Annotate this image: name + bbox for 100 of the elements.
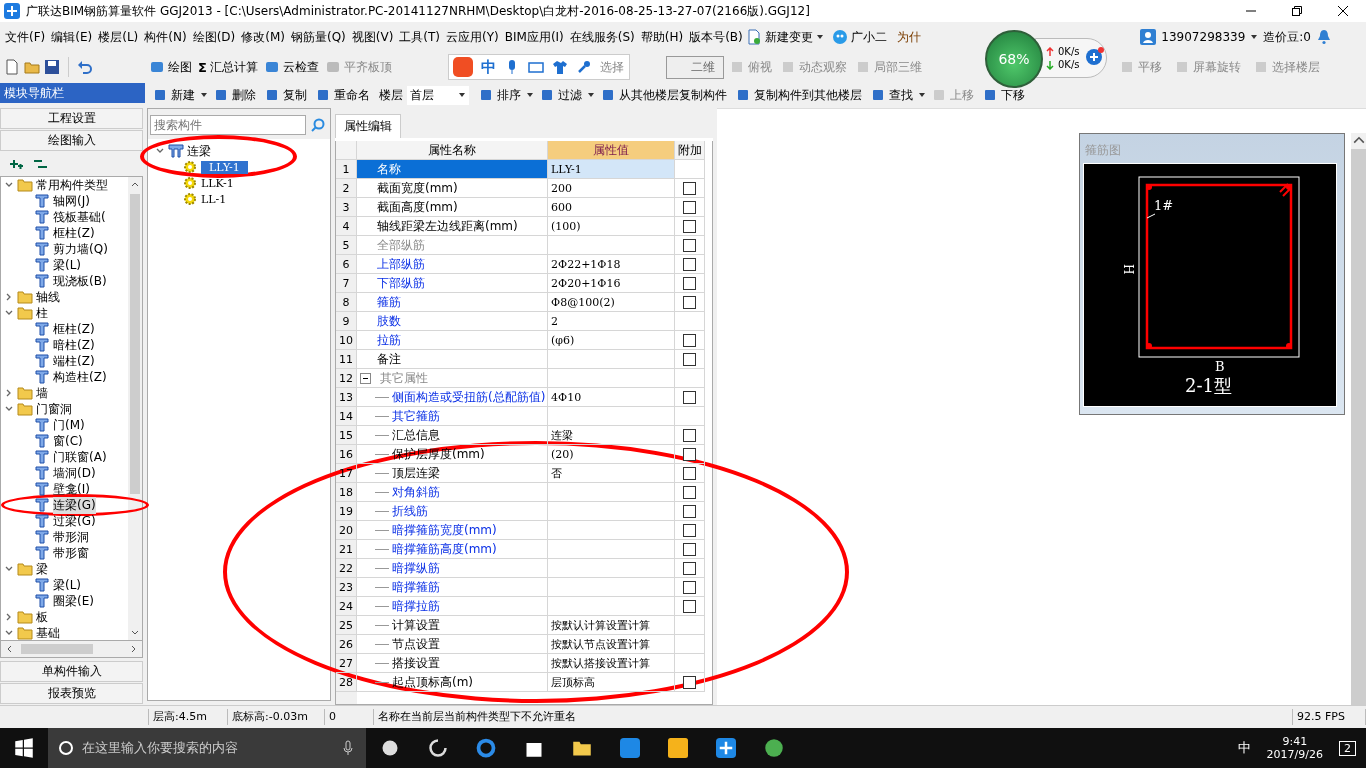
- navigator-button[interactable]: 单构件输入: [0, 661, 143, 682]
- tree-item[interactable]: 筏板基础(: [53, 208, 106, 226]
- checkbox[interactable]: [683, 200, 696, 214]
- table-cell[interactable]: 对角斜筋: [357, 483, 548, 502]
- collapse-toggle-icon[interactable]: [360, 372, 371, 384]
- table-cell[interactable]: [548, 350, 675, 369]
- table-cell[interactable]: [548, 559, 675, 578]
- tree-folder[interactable]: 轴线: [36, 288, 60, 306]
- menu-item[interactable]: 帮助(H): [637, 28, 687, 46]
- toolbar-button[interactable]: 重命名: [312, 84, 373, 106]
- toolbar-button[interactable]: 复制构件到其他楼层: [732, 84, 865, 106]
- toolbar-button[interactable]: 从其他楼层复制构件: [597, 84, 730, 106]
- menu-item[interactable]: 编辑(E): [48, 28, 96, 46]
- tree-folder[interactable]: 梁: [36, 560, 48, 578]
- tree-folder[interactable]: 墙: [36, 384, 48, 402]
- table-cell[interactable]: [548, 540, 675, 559]
- table-cell[interactable]: 肢数: [357, 312, 548, 331]
- tree-item[interactable]: 带形洞: [53, 528, 89, 546]
- microphone-icon[interactable]: [340, 740, 356, 756]
- table-cell[interactable]: LLY-1: [548, 160, 675, 179]
- menu-item[interactable]: 云应用(Y): [443, 28, 502, 46]
- tree-item[interactable]: 梁(L): [53, 576, 82, 594]
- table-cell[interactable]: [548, 578, 675, 597]
- account-menu[interactable]: 13907298339: [1158, 30, 1249, 44]
- checkbox[interactable]: [683, 295, 696, 309]
- menu-item[interactable]: 新建变更: [761, 28, 816, 46]
- caret-icon[interactable]: [918, 91, 926, 99]
- table-cell[interactable]: 暗撑箍筋: [357, 578, 548, 597]
- tree-item[interactable]: 过梁(G): [53, 512, 96, 530]
- tree-item[interactable]: 框柱(Z): [53, 320, 95, 338]
- tree-item[interactable]: LL-1: [201, 192, 227, 206]
- checkbox[interactable]: [683, 504, 696, 518]
- search-field[interactable]: 在这里输入你要搜索的内容: [48, 728, 366, 768]
- toolbar-button[interactable]: 排序: [475, 84, 524, 106]
- menu-item[interactable]: 钢筋量(Q): [287, 28, 349, 46]
- tree-item[interactable]: 梁(L): [53, 256, 82, 274]
- checkbox[interactable]: [683, 523, 696, 537]
- checkbox[interactable]: [683, 561, 696, 575]
- table-cell[interactable]: (20): [548, 445, 675, 464]
- tree-item[interactable]: 端柱(Z): [53, 352, 95, 370]
- checkbox[interactable]: [683, 352, 696, 366]
- table-cell[interactable]: 截面高度(mm): [357, 198, 548, 217]
- table-cell[interactable]: 4Ф10: [548, 388, 675, 407]
- tree-item[interactable]: 墙洞(D): [53, 464, 96, 482]
- toolbar-button[interactable]: 选择: [600, 58, 624, 76]
- table-cell[interactable]: 搭接设置: [357, 654, 548, 673]
- menu-item[interactable]: 广小二: [847, 28, 890, 46]
- tree-item[interactable]: 门联窗(A): [53, 448, 107, 466]
- toolbar-button[interactable]: Σ 汇总计算: [195, 56, 261, 78]
- table-cell[interactable]: 2: [548, 312, 675, 331]
- tree-folder[interactable]: 基础: [36, 624, 60, 640]
- ime-mode[interactable]: 中: [481, 57, 496, 77]
- input-method[interactable]: 中: [1237, 739, 1251, 757]
- table-cell[interactable]: (100): [548, 217, 675, 236]
- menu-item[interactable]: 文件(F): [2, 28, 49, 46]
- table-cell[interactable]: 按默认计算设置计算: [548, 616, 675, 635]
- search-icon[interactable]: [310, 117, 326, 133]
- tree-item[interactable]: 带形窗: [53, 544, 89, 562]
- tree-item[interactable]: 现浇板(B): [53, 272, 107, 290]
- table-cell[interactable]: 其它属性: [357, 369, 548, 388]
- table-cell[interactable]: 节点设置: [357, 635, 548, 654]
- toolbar-button[interactable]: 查找: [867, 84, 916, 106]
- checkbox[interactable]: [683, 447, 696, 461]
- notice-text[interactable]: 为什: [893, 28, 924, 46]
- tree-item[interactable]: 剪力墙(Q): [53, 240, 108, 258]
- toolbar-button[interactable]: 复制: [261, 84, 310, 106]
- checkbox[interactable]: [683, 428, 696, 442]
- clock-date[interactable]: 2017/9/26: [1266, 748, 1323, 761]
- toolbar-button[interactable]: 过滤: [536, 84, 585, 106]
- checkbox[interactable]: [683, 276, 696, 290]
- table-cell[interactable]: [548, 407, 675, 426]
- table-cell[interactable]: (φ6): [548, 331, 675, 350]
- table-cell[interactable]: 其它箍筋: [357, 407, 548, 426]
- properties-tab[interactable]: 属性编辑: [335, 114, 401, 138]
- table-cell[interactable]: [548, 483, 675, 502]
- table-cell[interactable]: 名称: [357, 160, 548, 179]
- table-cell[interactable]: 折线筋: [357, 502, 548, 521]
- navigator-button[interactable]: 报表预览: [0, 683, 143, 704]
- table-cell[interactable]: 否: [548, 464, 675, 483]
- menu-item[interactable]: 视图(V): [348, 28, 397, 46]
- caret-icon[interactable]: [458, 91, 466, 99]
- shirt-icon[interactable]: [552, 59, 568, 75]
- table-cell[interactable]: 轴线距梁左边线距离(mm): [357, 217, 548, 236]
- table-cell[interactable]: 拉筋: [357, 331, 548, 350]
- tree-item[interactable]: 窗(C): [53, 432, 83, 450]
- toolbar-button[interactable]: 新建: [149, 84, 198, 106]
- keyboard-icon[interactable]: [528, 59, 544, 75]
- table-cell[interactable]: 按默认搭接设置计算: [548, 654, 675, 673]
- table-cell[interactable]: 箍筋: [357, 293, 548, 312]
- tree-item[interactable]: 圈梁(E): [53, 592, 94, 610]
- toolbar-button[interactable]: 删除: [210, 84, 259, 106]
- table-cell[interactable]: 计算设置: [357, 616, 548, 635]
- table-cell[interactable]: 按默认节点设置计算: [548, 635, 675, 654]
- table-cell[interactable]: 连梁: [548, 426, 675, 445]
- tree-folder[interactable]: 板: [36, 608, 48, 626]
- menu-item[interactable]: 修改(M): [238, 28, 288, 46]
- bell-icon[interactable]: [1316, 29, 1332, 45]
- table-cell[interactable]: [548, 521, 675, 540]
- tree-item[interactable]: 构造柱(Z): [53, 368, 107, 386]
- table-cell[interactable]: [548, 236, 675, 255]
